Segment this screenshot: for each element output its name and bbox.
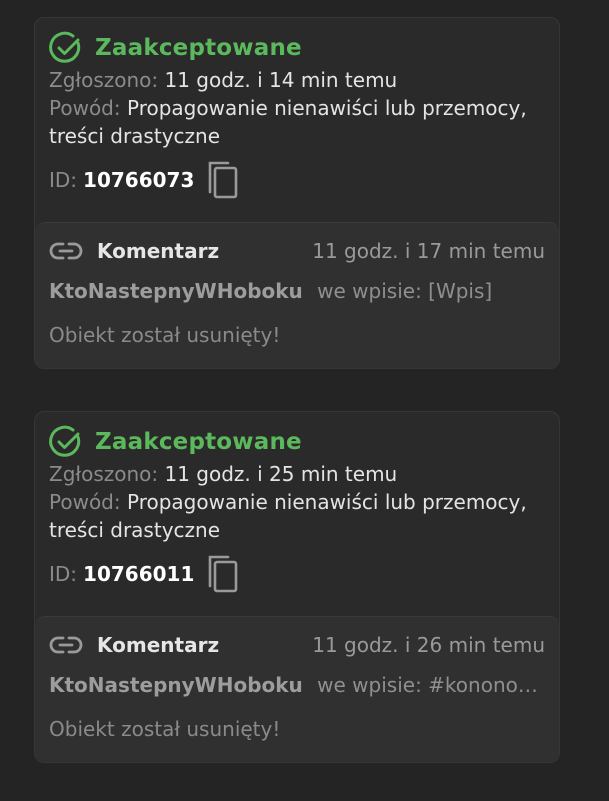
status-label: Zaakceptowane xyxy=(95,429,302,455)
reported-time: Zgłoszono: 11 godz. i 25 min temu xyxy=(49,460,545,488)
object-meta: KtoNastepnyWHoboku we wpisie: [Wpis] xyxy=(49,279,545,307)
object-time: 11 godz. i 17 min temu xyxy=(312,239,545,263)
object-header: Komentarz 11 godz. i 17 min temu xyxy=(49,233,545,269)
reported-label: Zgłoszono: xyxy=(49,462,159,486)
object-type: Komentarz xyxy=(97,239,220,263)
object-meta: KtoNastepnyWHoboku we wpisie: #kononowic… xyxy=(49,673,545,701)
reports-page: Zaakceptowane Zgłoszono: 11 godz. i 14 m… xyxy=(0,0,609,801)
id-label: ID: xyxy=(49,168,78,192)
check-circle-icon xyxy=(49,425,81,457)
report-card: Zaakceptowane Zgłoszono: 11 godz. i 25 m… xyxy=(34,411,560,763)
id-value: 10766073 xyxy=(83,168,195,192)
reason-label: Powód: xyxy=(49,490,121,514)
reported-value: 11 godz. i 25 min temu xyxy=(164,462,398,486)
status-row: Zaakceptowane xyxy=(49,30,545,66)
status-label: Zaakceptowane xyxy=(95,35,302,61)
object-type: Komentarz xyxy=(97,633,220,657)
object-time: 11 godz. i 26 min temu xyxy=(312,633,545,657)
reason-value: Propagowanie nienawiści lub przemocy, tr… xyxy=(49,96,527,148)
reason-value: Propagowanie nienawiści lub przemocy, tr… xyxy=(49,490,527,542)
link-icon xyxy=(49,636,83,654)
reason-label: Powód: xyxy=(49,96,121,120)
object-author[interactable]: KtoNastepnyWHoboku xyxy=(49,673,303,697)
object-context[interactable]: we wpisie: #kononowicz… xyxy=(317,673,545,697)
report-card: Zaakceptowane Zgłoszono: 11 godz. i 14 m… xyxy=(34,17,560,369)
object-message: Obiekt został usunięty! xyxy=(49,717,281,741)
object-message: Obiekt został usunięty! xyxy=(49,323,281,347)
reported-object[interactable]: Komentarz 11 godz. i 26 min temu KtoNast… xyxy=(35,616,559,762)
id-value: 10766011 xyxy=(83,562,195,586)
reason: Powód: Propagowanie nienawiści lub przem… xyxy=(49,94,529,150)
reason: Powód: Propagowanie nienawiści lub przem… xyxy=(49,488,529,544)
object-context[interactable]: we wpisie: [Wpis] xyxy=(317,279,492,303)
object-header: Komentarz 11 godz. i 26 min temu xyxy=(49,627,545,663)
copy-icon[interactable] xyxy=(206,554,240,594)
check-circle-icon xyxy=(49,31,81,63)
report-header: Zaakceptowane Zgłoszono: 11 godz. i 14 m… xyxy=(35,18,559,223)
report-id-row: ID: 10766011 xyxy=(49,554,545,594)
id-label: ID: xyxy=(49,562,78,586)
report-id-row: ID: 10766073 xyxy=(49,160,545,200)
report-header: Zaakceptowane Zgłoszono: 11 godz. i 25 m… xyxy=(35,412,559,617)
reported-value: 11 godz. i 14 min temu xyxy=(164,68,398,92)
copy-icon[interactable] xyxy=(206,160,240,200)
reported-label: Zgłoszono: xyxy=(49,68,159,92)
reported-object[interactable]: Komentarz 11 godz. i 17 min temu KtoNast… xyxy=(35,222,559,368)
reported-time: Zgłoszono: 11 godz. i 14 min temu xyxy=(49,66,545,94)
link-icon xyxy=(49,242,83,260)
object-author[interactable]: KtoNastepnyWHoboku xyxy=(49,279,303,303)
status-row: Zaakceptowane xyxy=(49,424,545,460)
